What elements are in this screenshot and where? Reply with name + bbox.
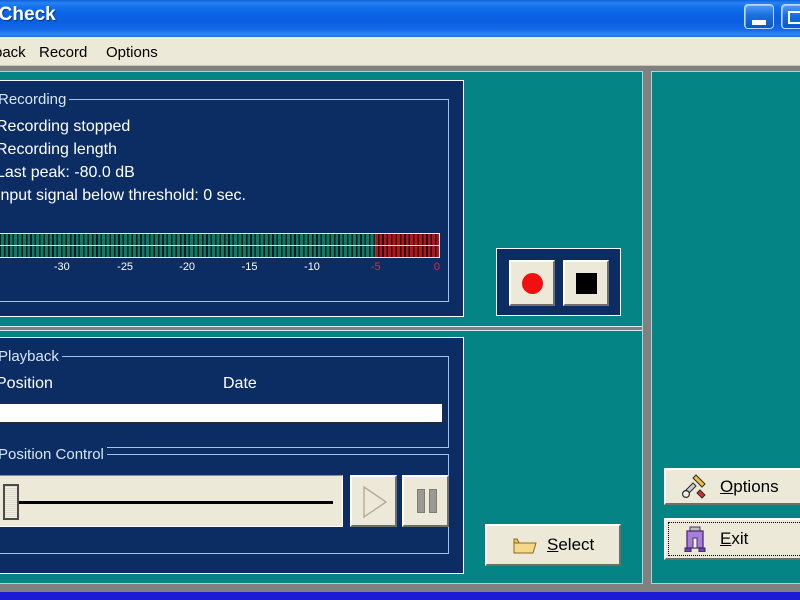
playback-panel: Playback Position Date Position Control: [0, 337, 464, 574]
pause-icon: [417, 489, 425, 513]
menu-bar: back Record Options: [0, 37, 800, 66]
maximize-button[interactable]: [781, 4, 800, 29]
vu-segments-left: [0, 234, 439, 245]
playback-list[interactable]: [0, 403, 443, 423]
position-slider[interactable]: [0, 475, 343, 527]
client-area: Recording Recording stopped Recording le…: [0, 66, 800, 600]
recording-panel: Recording Recording stopped Recording le…: [0, 80, 464, 317]
horizontal-splitter[interactable]: [0, 326, 642, 331]
playback-groupbox: Playback Position Date: [0, 348, 449, 448]
folder-open-icon: [513, 538, 537, 554]
application-window: irCheck back Record Options Recording Re…: [0, 0, 800, 600]
vu-tick-label: -5: [370, 261, 381, 273]
status-line-length: Recording length: [0, 141, 117, 158]
minimize-button[interactable]: [744, 4, 774, 29]
vertical-splitter[interactable]: [470, 72, 475, 326]
menu-item-record[interactable]: Record: [33, 42, 93, 63]
main-panel: Recording Recording stopped Recording le…: [0, 71, 643, 584]
exit-rest: xit: [731, 529, 749, 548]
record-button[interactable]: [509, 260, 555, 306]
position-control-groupbox: Position Control: [0, 446, 449, 554]
pause-icon-bar2: [429, 489, 437, 513]
vu-meter: -30 -25 -20 -15 -10 -5 0: [0, 233, 440, 281]
vu-segments-right: [0, 246, 439, 257]
exit-button[interactable]: Exit: [664, 518, 800, 560]
recording-groupbox: Recording Recording stopped Recording le…: [0, 91, 449, 302]
vu-meter-bar: [0, 233, 440, 258]
record-icon: [522, 273, 543, 294]
vu-tick-label: -15: [241, 261, 258, 273]
window-title: irCheck: [0, 4, 56, 25]
options-rest: ptions: [733, 476, 779, 496]
play-button[interactable]: [350, 475, 397, 527]
select-accel: S: [547, 535, 559, 554]
exit-button-label: Exit: [720, 529, 748, 549]
position-slider-track: [17, 501, 333, 504]
select-rest: elect: [558, 535, 595, 554]
desktop-background-strip: [0, 592, 800, 600]
window-titlebar[interactable]: irCheck: [0, 0, 800, 37]
vu-tick-label: -25: [117, 261, 134, 273]
column-header-date: Date: [223, 375, 257, 392]
minimize-icon: [752, 20, 766, 25]
column-header-position: Position: [0, 375, 53, 392]
vu-tick-label: 0: [433, 261, 440, 273]
vu-tick-label: -10: [304, 261, 320, 273]
exit-accel: E: [720, 529, 732, 548]
vu-meter-scale: -30 -25 -20 -15 -10 -5 0: [0, 259, 440, 279]
exit-door-icon: [684, 526, 706, 552]
status-line-last-peak: Last peak: -80.0 dB: [0, 164, 135, 181]
position-control-group-title: Position Control: [0, 446, 107, 463]
select-button-label: Select: [547, 535, 594, 555]
maximize-icon: [788, 11, 800, 24]
transport-record-panel: [496, 248, 621, 316]
menu-item-options[interactable]: Options: [100, 42, 164, 63]
menu-item-playback[interactable]: back: [0, 42, 32, 63]
options-button-label: Options: [720, 477, 779, 497]
tools-icon: [681, 473, 706, 499]
play-icon: [363, 486, 387, 518]
stop-icon: [576, 273, 597, 294]
status-line-state: Recording stopped: [0, 118, 131, 135]
position-slider-thumb[interactable]: [3, 484, 19, 520]
recording-group-title: Recording: [0, 91, 70, 108]
stop-button[interactable]: [563, 260, 609, 306]
side-panel: Options Exit: [651, 71, 800, 584]
options-accel: O: [720, 476, 734, 496]
vu-channel-left: [0, 234, 439, 245]
vu-channel-right: [0, 246, 439, 257]
options-button[interactable]: Options: [664, 468, 800, 505]
playback-group-title: Playback: [0, 348, 62, 365]
select-button[interactable]: Select: [485, 524, 621, 566]
recording-status-text: Recording stopped Recording length Last …: [0, 115, 246, 207]
vu-tick-label: -30: [53, 261, 70, 273]
status-line-below-threshold: Input signal below threshold: 0 sec.: [0, 187, 246, 204]
vu-tick-label: -20: [179, 261, 196, 273]
pause-button[interactable]: [402, 475, 449, 527]
